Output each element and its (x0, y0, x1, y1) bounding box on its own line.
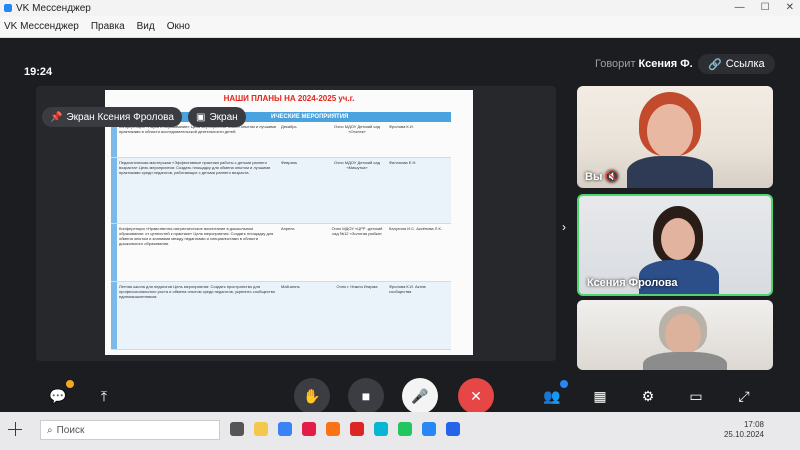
vk-app-icon (4, 4, 12, 12)
camera-icon: ■ (361, 388, 371, 404)
mail-icon[interactable] (278, 422, 292, 436)
grid-icon: ▦ (593, 387, 607, 404)
search-placeholder: Поиск (56, 424, 85, 436)
close-icon[interactable]: ✕ (786, 2, 794, 13)
fullscreen-button[interactable]: ⤢ (730, 382, 758, 410)
pin-icon: 📌 (50, 111, 63, 123)
maximize-icon[interactable]: ☐ (761, 2, 770, 13)
task-view-icon[interactable] (230, 422, 244, 436)
clock-time: 17:08 (743, 420, 764, 429)
share-screen-icon: ⤒ (100, 387, 108, 404)
menu-edit[interactable]: Правка (91, 21, 125, 32)
word-icon[interactable] (446, 422, 460, 436)
screen-chip-label: Экран (209, 111, 238, 123)
link-icon: 🔗 (708, 58, 722, 71)
fullscreen-icon: ⤢ (738, 387, 750, 404)
minimize-icon[interactable]: — (735, 2, 745, 13)
close-icon: ✕ (470, 387, 482, 404)
screen-icon: ▣ (196, 111, 206, 123)
clock-date: 25.10.2024 (723, 430, 764, 439)
hand-icon: ✋ (303, 387, 321, 404)
share-screen-button[interactable]: ⤒ (90, 382, 118, 410)
microphone-button[interactable]: 🎤 (402, 378, 438, 414)
slide-table: ИЧЕСКИЕ МЕРОПРИЯТИЯ Конференция «Наука в… (111, 112, 451, 350)
taskbar: ⌕ Поиск 17:08 25.10.2024 (0, 412, 800, 450)
participant-tile[interactable] (577, 300, 773, 370)
participant-tile-active[interactable]: Ксения Фролова (577, 194, 773, 296)
folder-icon[interactable] (254, 422, 268, 436)
camera-button[interactable]: ■ (348, 378, 384, 414)
grid-view-button[interactable]: ▦ (586, 382, 614, 410)
active-speaker-label: Говорит Ксения Ф. (595, 58, 693, 70)
opera-icon[interactable] (350, 422, 364, 436)
link-label: Ссылка (725, 58, 765, 70)
shared-slide: НАШИ ПЛАНЫ НА 2024-2025 уч.г. ИЧЕСКИЕ МЕ… (105, 90, 473, 355)
chat-button[interactable]: 💬 (44, 380, 74, 410)
cast-icon: ▭ (689, 387, 703, 404)
chevron-right-icon[interactable]: › (562, 220, 566, 234)
search-icon: ⌕ (47, 424, 53, 436)
vk-icon[interactable] (422, 422, 436, 436)
menu-view[interactable]: Вид (137, 21, 155, 32)
settings-button[interactable]: ⚙ (634, 382, 662, 410)
window-title: VK Мессенджер (16, 2, 91, 14)
menu-window[interactable]: Окно (167, 21, 190, 32)
taskbar-search[interactable]: ⌕ Поиск (40, 420, 220, 440)
browser-icon[interactable] (326, 422, 340, 436)
window-controls: — ☐ ✕ (735, 2, 794, 13)
start-button[interactable] (8, 422, 22, 436)
participant-name: Вы 🔇 (585, 170, 620, 184)
screen-owner-label: Экран Ксения Фролова (66, 111, 174, 123)
microphone-icon: 🎤 (411, 387, 429, 404)
participants-icon: 👥 (543, 387, 561, 404)
table-row: Педагогическая мастерская «Эффективные п… (111, 158, 451, 224)
table-row: Конференция «Наука в образовании» Цель м… (111, 122, 451, 158)
mic-muted-icon: 🔇 (605, 171, 620, 183)
raise-hand-button[interactable]: ✋ (294, 378, 330, 414)
screen-chip[interactable]: ▣ Экран (188, 107, 246, 127)
taskbar-clock[interactable]: 17:08 25.10.2024 (724, 420, 764, 440)
call-timer: 19:24 (24, 66, 53, 78)
table-row: Конференция «Нравственно-патриотическое … (111, 224, 451, 282)
slide-title: НАШИ ПЛАНЫ НА 2024-2025 уч.г. (223, 94, 355, 103)
end-call-button[interactable]: ✕ (458, 378, 494, 414)
table-row: Летняя школа для педагогов Цель мероприя… (111, 282, 451, 350)
copy-link-button[interactable]: 🔗 Ссылка (698, 54, 775, 74)
screen-owner-chip[interactable]: 📌 Экран Ксения Фролова (42, 107, 182, 127)
menu-app[interactable]: VK Мессенджер (4, 21, 79, 32)
menubar: VK Мессенджер Правка Вид Окно (0, 16, 800, 38)
app-icon[interactable] (398, 422, 412, 436)
participants-button[interactable]: 👥 (538, 380, 568, 410)
taskbar-apps (230, 422, 460, 436)
chat-icon: 💬 (49, 387, 67, 404)
participant-tile-self[interactable]: Вы 🔇 (577, 86, 773, 188)
speaker-prefix: Говорит (595, 58, 636, 70)
yandex-icon[interactable] (302, 422, 316, 436)
participant-name: Ксения Фролова (587, 277, 678, 289)
call-area: 19:24 Говорит Ксения Ф. 🔗 Ссылка НАШИ ПЛ… (0, 38, 800, 414)
window-titlebar: VK Мессенджер — ☐ ✕ (0, 0, 800, 16)
edge-icon[interactable] (374, 422, 388, 436)
speaker-name: Ксения Ф. (638, 58, 693, 70)
cast-button[interactable]: ▭ (682, 382, 710, 410)
gear-icon: ⚙ (641, 387, 655, 404)
